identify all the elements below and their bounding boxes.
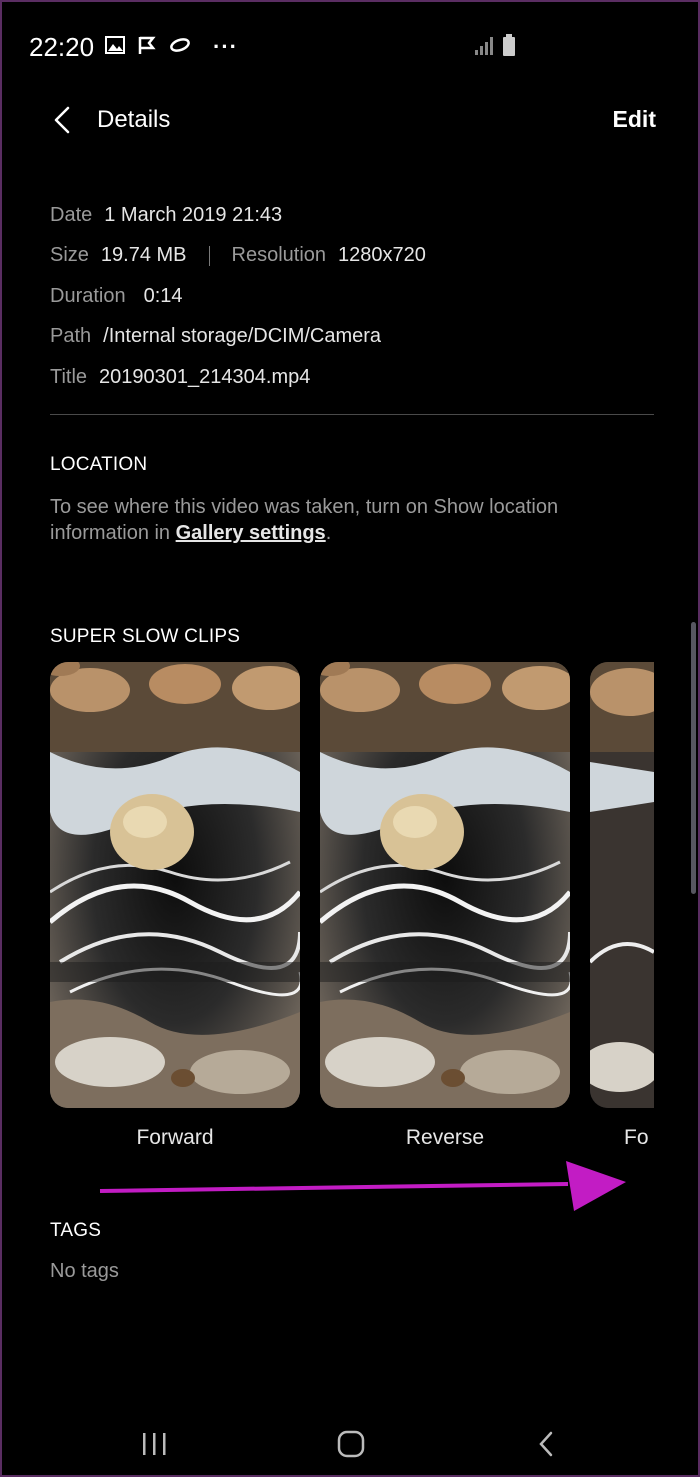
size-label: Size <box>50 244 89 267</box>
resolution-value: 1280x720 <box>338 244 426 267</box>
tags-heading: TAGS <box>50 1220 102 1241</box>
home-icon <box>337 1430 365 1458</box>
clips-heading: SUPER SLOW CLIPS <box>50 626 241 647</box>
status-bar: 22:20 ··· <box>2 2 698 90</box>
battery-icon <box>502 34 516 61</box>
back-arrow-icon <box>539 1431 553 1457</box>
clip-label: Reverse <box>405 1126 485 1149</box>
resolution-label: Resolution <box>231 244 327 267</box>
path-label: Path <box>50 325 92 348</box>
clip-thumbnail <box>320 662 570 1108</box>
title-label: Title <box>50 365 88 388</box>
signal-icon <box>474 36 494 61</box>
scrollbar[interactable] <box>691 622 696 894</box>
home-button[interactable] <box>326 1424 376 1464</box>
chevron-left-icon <box>54 106 70 134</box>
back-button[interactable] <box>46 102 86 142</box>
duration-value: 0:14 <box>143 284 183 307</box>
clip-label: Fo <box>624 1126 649 1149</box>
clip-label: Forward <box>136 1126 214 1149</box>
clips-carousel[interactable]: Forward Reverse Fo <box>50 662 654 1162</box>
nav-back-button[interactable] <box>522 1424 572 1464</box>
screen-frame: 22:20 ··· Details Edit Date 1 March 2019… <box>0 0 700 1477</box>
date-row: Date 1 March 2019 21:43 <box>50 195 426 236</box>
status-time: 22:20 <box>29 32 95 62</box>
app-header: Details Edit <box>2 90 698 150</box>
clip-thumbnail <box>590 662 654 1108</box>
size-row: Size 19.74 MB Resolution 1280x720 <box>50 236 426 277</box>
link-icon <box>169 35 191 60</box>
system-icons <box>474 34 516 61</box>
gallery-settings-link[interactable]: Gallery settings <box>176 522 326 544</box>
gallery-icon <box>105 35 125 60</box>
clip-reverse[interactable]: Reverse <box>320 662 570 1149</box>
details-list: Date 1 March 2019 21:43 Size 19.74 MB Re… <box>50 195 426 398</box>
date-label: Date <box>50 203 93 226</box>
size-value: 19.74 MB <box>100 244 187 267</box>
duration-label: Duration <box>50 284 126 307</box>
tags-value: No tags <box>50 1260 119 1282</box>
location-text-end: . <box>325 522 332 544</box>
location-message: To see where this video was taken, turn … <box>50 494 650 546</box>
clip-thumbnail <box>50 662 300 1108</box>
recent-apps-button[interactable] <box>130 1424 180 1464</box>
edit-button[interactable]: Edit <box>613 106 656 133</box>
date-value: 1 March 2019 21:43 <box>104 203 283 226</box>
more-notifications: ··· <box>213 34 238 59</box>
clip-forward-2[interactable]: Fo <box>590 662 654 1149</box>
path-value: /Internal storage/DCIM/Camera <box>103 325 382 348</box>
title-row: Title 20190301_214304.mp4 <box>50 357 426 398</box>
annotation-arrow-icon <box>99 1161 626 1211</box>
page-title: Details <box>97 106 171 133</box>
location-heading: LOCATION <box>50 454 148 475</box>
path-row: Path /Internal storage/DCIM/Camera <box>50 317 426 358</box>
divider-vertical <box>208 245 210 266</box>
duration-row: Duration 0:14 <box>50 276 426 317</box>
navigation-bar <box>2 1402 698 1477</box>
title-value: 20190301_214304.mp4 <box>99 365 311 388</box>
check-flag-icon <box>137 35 157 60</box>
recent-apps-icon <box>143 1433 166 1455</box>
clip-forward[interactable]: Forward <box>50 662 300 1149</box>
section-divider <box>50 414 654 415</box>
notification-icons: ··· <box>105 34 238 60</box>
